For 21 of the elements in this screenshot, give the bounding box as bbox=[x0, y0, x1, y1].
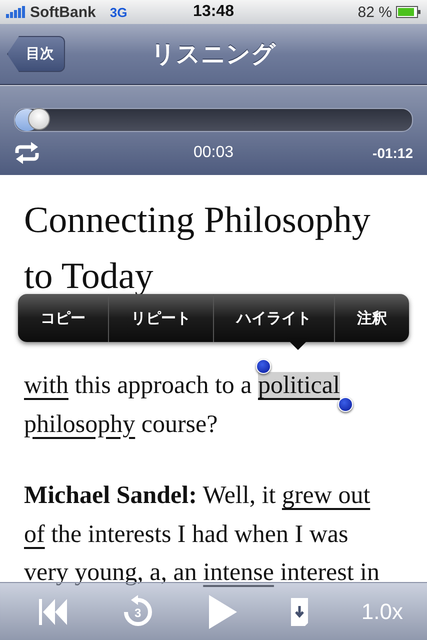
menu-pointer bbox=[289, 341, 307, 350]
paragraph: with this approach to a political philosophy course? bbox=[24, 371, 341, 440]
menu-item[interactable]: 注釈 bbox=[334, 294, 409, 342]
paragraph: Michael Sandel: Well, it grew out of the interests I had when I was very young, a, an intense interest in bbox=[24, 481, 380, 588]
progress-slider[interactable] bbox=[14, 108, 413, 132]
menu-item[interactable]: リピート bbox=[108, 294, 213, 342]
selection-handle[interactable] bbox=[338, 397, 353, 412]
back-button[interactable]: 目次 bbox=[7, 36, 65, 72]
selection-handle[interactable] bbox=[256, 359, 271, 374]
repeat-icon[interactable] bbox=[14, 142, 40, 164]
download-icon[interactable] bbox=[290, 598, 309, 626]
carrier-name: SoftBank bbox=[30, 4, 96, 20]
clock: 13:48 bbox=[193, 3, 234, 21]
elapsed-time: 00:03 bbox=[193, 144, 234, 162]
battery-icon bbox=[396, 6, 421, 18]
remaining-time: -01:12 bbox=[372, 145, 413, 161]
screen-title: リスニング bbox=[151, 40, 276, 70]
network-type: 3G bbox=[110, 4, 128, 20]
signal-icon bbox=[6, 6, 26, 18]
battery-percent: 82 % bbox=[358, 4, 392, 20]
menu-item[interactable]: ハイライト bbox=[213, 294, 334, 342]
